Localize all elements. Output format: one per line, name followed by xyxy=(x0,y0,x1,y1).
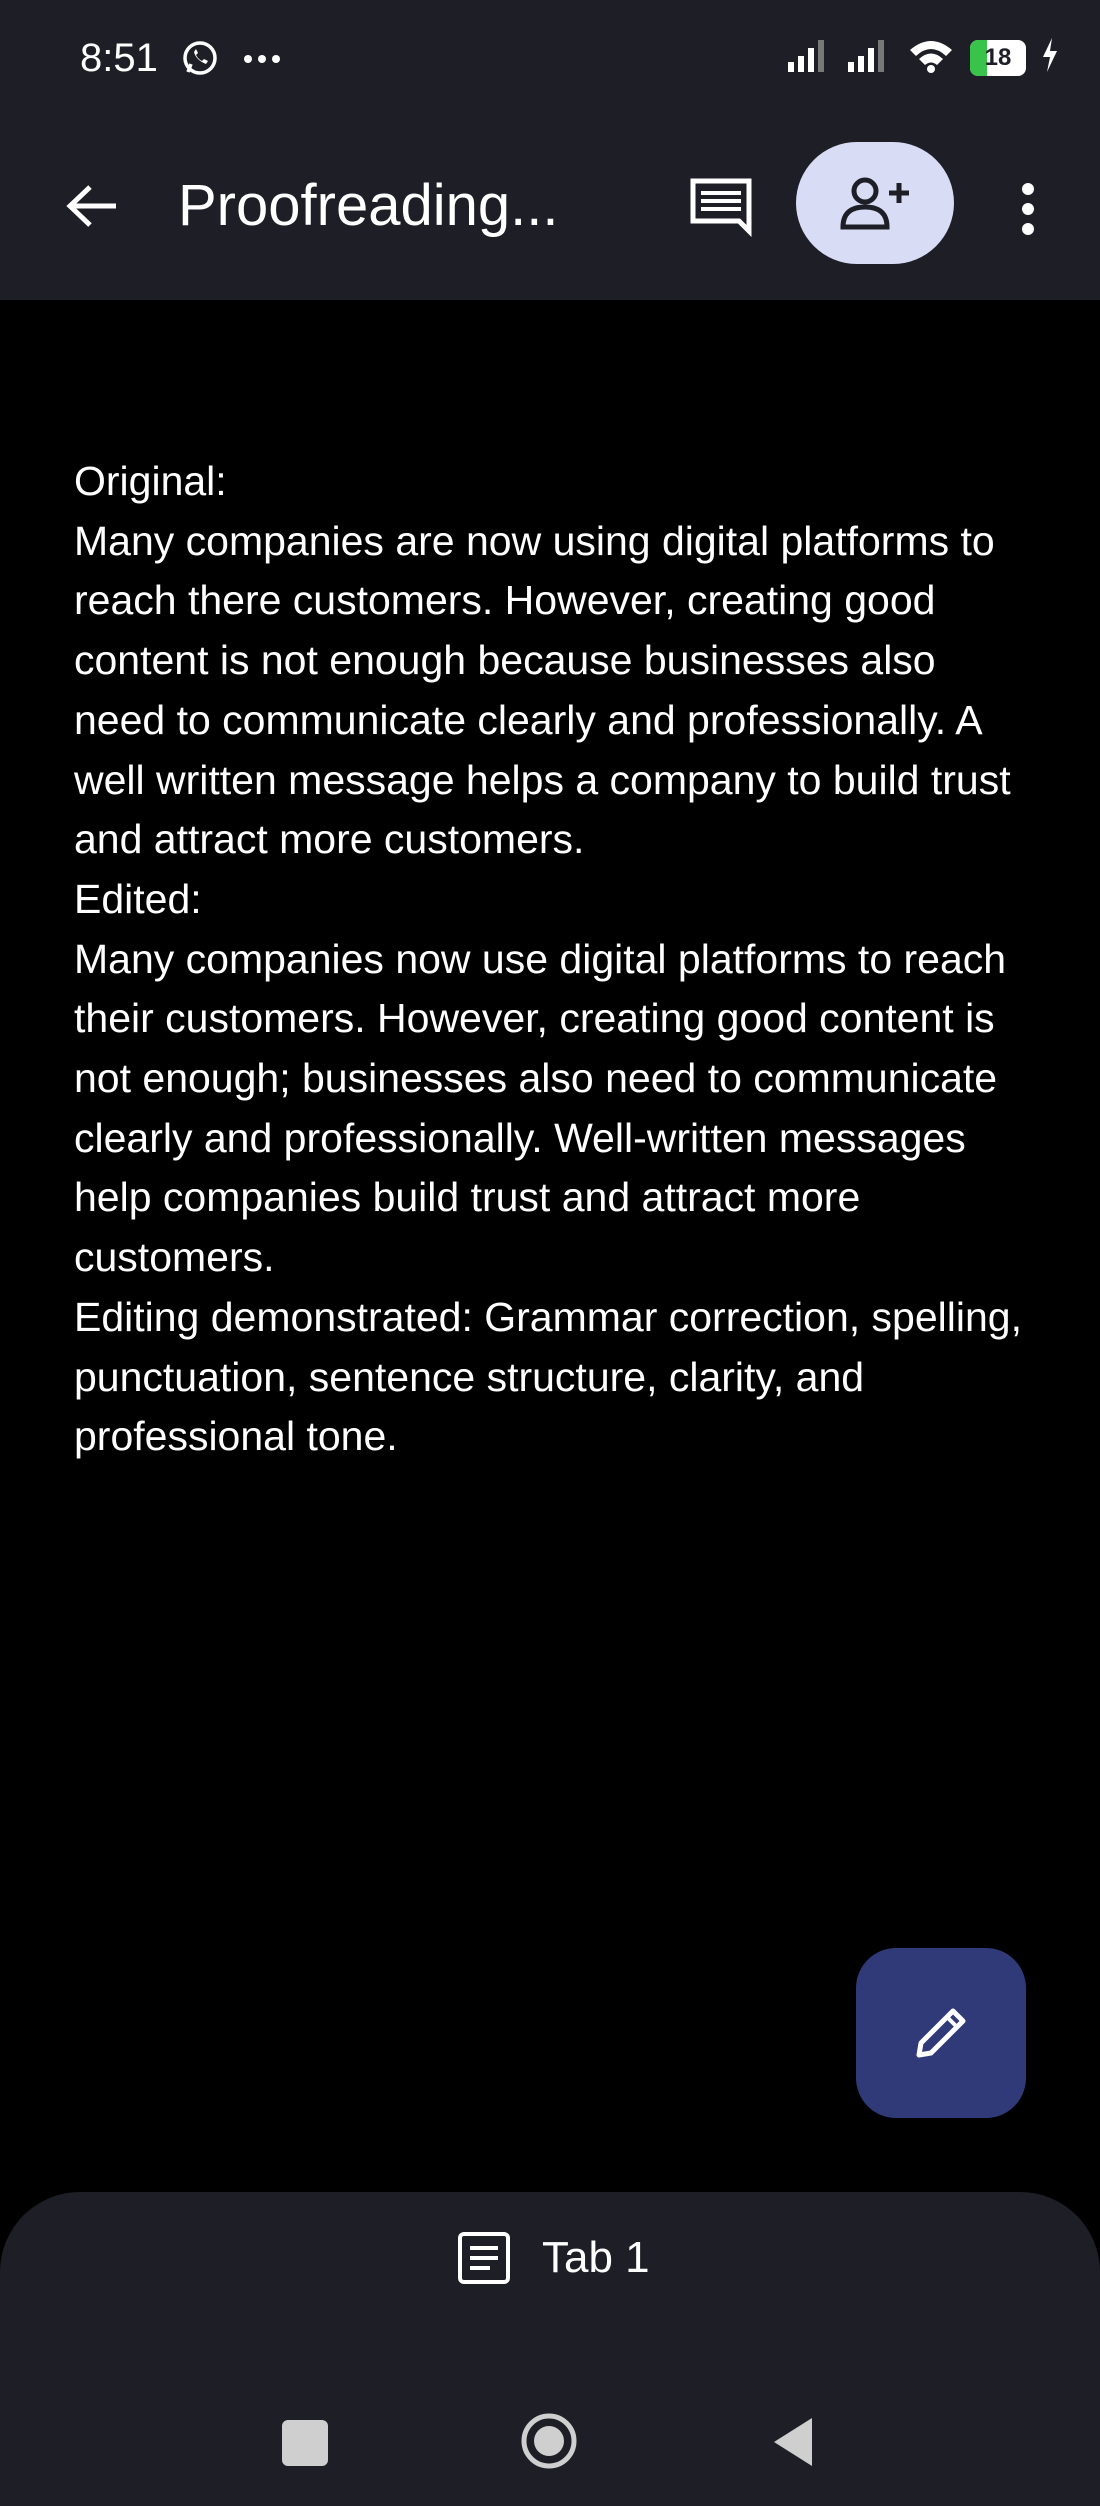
status-bar: 8:51 18 xyxy=(0,0,1100,120)
status-left-icons xyxy=(180,38,282,83)
tab-1[interactable]: Tab 1 xyxy=(456,2230,650,2286)
signal-icon xyxy=(786,36,832,79)
document-paragraph: Many companies now use digital platforms… xyxy=(74,935,1007,1281)
pencil-icon xyxy=(916,2008,966,2058)
back-icon[interactable] xyxy=(770,2414,816,2470)
recents-icon[interactable] xyxy=(282,2420,328,2466)
document-paragraph: Original: xyxy=(74,458,227,504)
comment-icon xyxy=(690,178,752,237)
arrow-left-icon xyxy=(66,185,116,227)
document-title[interactable]: Proofreading... xyxy=(178,172,558,239)
wifi-icon xyxy=(906,36,956,79)
status-right-icons: 18 xyxy=(786,36,1060,79)
comment-button[interactable] xyxy=(680,166,762,248)
back-button[interactable] xyxy=(54,168,130,244)
more-options-button[interactable] xyxy=(1000,168,1056,250)
app-bar: Proofreading... xyxy=(0,120,1100,300)
document-paragraph: Many companies are now using digital pla… xyxy=(74,517,1011,863)
battery-percent: 18 xyxy=(984,43,1012,71)
document-paragraph: Edited: xyxy=(74,875,202,922)
navigation-bar xyxy=(0,2392,1100,2506)
charging-icon xyxy=(1040,36,1060,79)
document-body[interactable]: Original: Many companies are now using d… xyxy=(74,452,1034,1467)
more-dots-icon xyxy=(242,52,282,70)
whatsapp-icon xyxy=(180,38,220,83)
tab-label: Tab 1 xyxy=(542,2233,650,2282)
document-paragraph: Editing demonstrated: Grammar correction… xyxy=(74,1293,1022,1460)
share-button[interactable] xyxy=(796,142,954,264)
battery-icon: 18 xyxy=(970,39,1026,76)
edit-button[interactable] xyxy=(856,1948,1026,2118)
person-add-icon xyxy=(840,177,909,230)
home-icon[interactable] xyxy=(520,2412,578,2470)
more-vert-icon xyxy=(1022,183,1034,235)
signal-icon xyxy=(846,36,892,79)
status-time: 8:51 xyxy=(80,36,158,80)
document-icon xyxy=(458,2232,510,2284)
